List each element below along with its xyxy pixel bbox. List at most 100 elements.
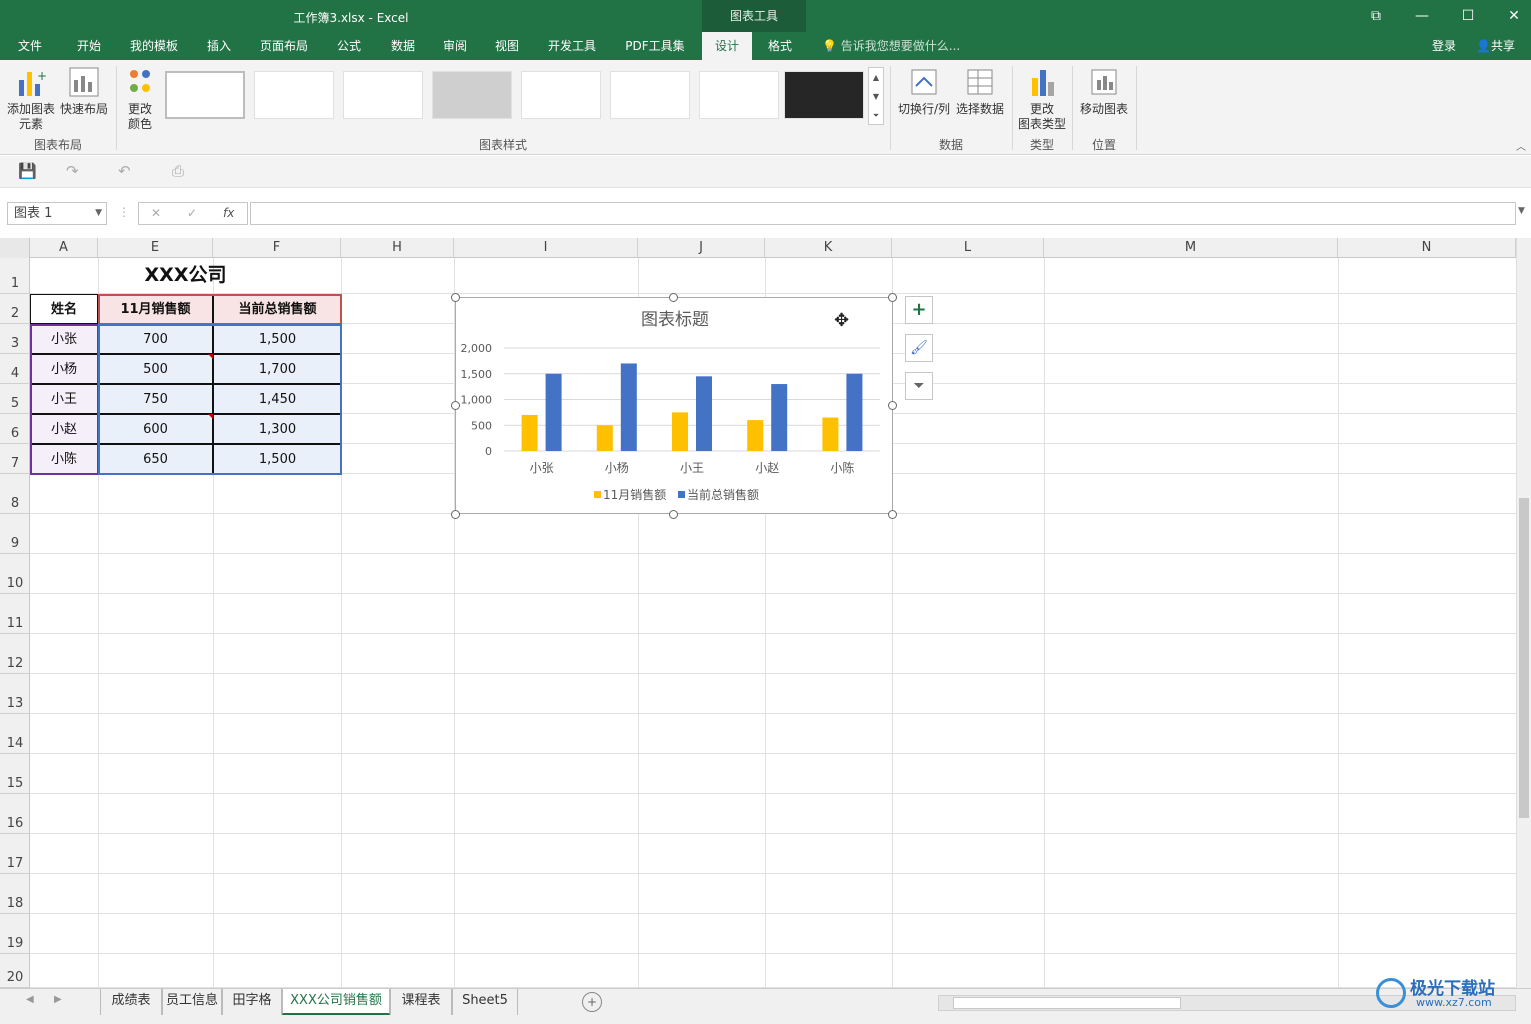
chart-style-4[interactable] <box>432 71 512 119</box>
row-header[interactable]: 12 <box>0 634 30 674</box>
share-button[interactable]: 👤共享 <box>1476 32 1515 60</box>
chart-style-3[interactable] <box>343 71 423 119</box>
chevron-down-icon[interactable]: ▼ <box>95 203 102 224</box>
sheet-tab[interactable]: 成绩表 <box>100 989 162 1015</box>
header-total-sales-cell[interactable]: 当前总销售额 <box>213 294 342 324</box>
row-header[interactable]: 6 <box>0 414 30 444</box>
chart-style-5[interactable] <box>521 71 601 119</box>
chart-style-1[interactable] <box>165 71 245 119</box>
name-cell[interactable]: 小陈 <box>30 444 98 474</box>
tab-pdf-tools[interactable]: PDF工具集 <box>614 32 696 60</box>
more-styles-icon[interactable]: ⏷ <box>869 106 883 125</box>
row-header[interactable]: 13 <box>0 674 30 714</box>
chart-bar[interactable] <box>696 376 712 451</box>
row-header[interactable]: 1 <box>0 258 30 294</box>
chart-styles-brush-icon[interactable]: 🖌 <box>905 334 933 362</box>
sheet-tab[interactable]: Sheet5 <box>452 989 518 1015</box>
column-header-l[interactable]: L <box>892 238 1044 258</box>
scroll-up-icon[interactable]: ▲ <box>869 68 883 87</box>
move-chart-button[interactable]: 移动图表 <box>1076 66 1132 132</box>
chart-bar[interactable] <box>822 417 839 451</box>
chart-style-6[interactable] <box>610 71 690 119</box>
chart-filters-funnel-icon[interactable]: ⏷ <box>905 372 933 400</box>
column-header-e[interactable]: E <box>98 238 213 258</box>
switch-row-column-button[interactable]: 切换行/列 <box>896 66 952 132</box>
tab-design[interactable]: 设计 <box>702 32 752 60</box>
legend-label[interactable]: 当前总销售额 <box>687 487 759 502</box>
cancel-icon[interactable]: ✕ <box>151 206 161 220</box>
resize-handle-top[interactable] <box>669 293 678 302</box>
undo-icon[interactable]: ↶ <box>118 162 131 180</box>
header-nov-sales-cell[interactable]: 11月销售额 <box>98 294 213 324</box>
row-header[interactable]: 10 <box>0 554 30 594</box>
formula-input[interactable] <box>250 202 1516 225</box>
chart-style-8[interactable] <box>784 71 864 119</box>
total-sales-cell[interactable]: 1,700 <box>213 354 342 384</box>
nov-sales-cell[interactable]: 750 <box>98 384 213 414</box>
chart-title[interactable]: 图表标题 <box>641 310 709 330</box>
nov-sales-cell[interactable]: 600 <box>98 414 213 444</box>
total-sales-cell[interactable]: 1,300 <box>213 414 342 444</box>
chart-bar[interactable] <box>596 425 613 451</box>
row-header[interactable]: 16 <box>0 794 30 834</box>
login-link[interactable]: 登录 <box>1432 32 1456 60</box>
legend-label[interactable]: 11月销售额 <box>603 487 666 502</box>
change-chart-type-button[interactable]: 更改 图表类型 <box>1014 66 1070 132</box>
tab-developer[interactable]: 开发工具 <box>538 32 606 60</box>
select-data-button[interactable]: 选择数据 <box>952 66 1008 132</box>
resize-handle-left[interactable] <box>451 401 460 410</box>
name-cell[interactable]: 小张 <box>30 324 98 354</box>
tab-file[interactable]: 文件 <box>8 32 52 60</box>
scroll-down-icon[interactable]: ▼ <box>869 87 883 106</box>
horizontal-scroll-thumb[interactable] <box>953 997 1181 1009</box>
chart-bar[interactable] <box>846 373 863 451</box>
chart-bar[interactable] <box>620 363 637 451</box>
ribbon-display-options-icon[interactable]: ⧉ <box>1353 0 1399 32</box>
tab-my-templates[interactable]: 我的模板 <box>120 32 188 60</box>
tell-me-search[interactable]: 💡 告诉我您想要做什么... <box>822 32 960 60</box>
vertical-scroll-thumb[interactable] <box>1519 498 1529 818</box>
change-colors-button[interactable]: 更改 颜色 <box>118 66 162 132</box>
minimize-icon[interactable]: — <box>1399 0 1445 32</box>
chart-bar[interactable] <box>672 412 688 451</box>
collapse-ribbon-icon[interactable]: ︿ <box>1516 138 1526 153</box>
column-header-f[interactable]: F <box>213 238 341 258</box>
tab-formulas[interactable]: 公式 <box>326 32 372 60</box>
row-header[interactable]: 18 <box>0 874 30 914</box>
resize-handle-bottom-right[interactable] <box>888 510 897 519</box>
prev-sheet-icon[interactable]: ◀ <box>26 994 34 1005</box>
row-header[interactable]: 2 <box>0 294 30 324</box>
row-header[interactable]: 11 <box>0 594 30 634</box>
vertical-scrollbar[interactable] <box>1516 238 1531 988</box>
nov-sales-cell[interactable]: 500 <box>98 354 213 384</box>
name-cell[interactable]: 小赵 <box>30 414 98 444</box>
chart-bar[interactable] <box>521 414 538 451</box>
total-sales-cell[interactable]: 1,500 <box>213 444 342 474</box>
name-cell[interactable]: 小杨 <box>30 354 98 384</box>
name-cell[interactable]: 小王 <box>30 384 98 414</box>
row-header[interactable]: 20 <box>0 954 30 988</box>
resize-handle-bottom[interactable] <box>669 510 678 519</box>
row-header[interactable]: 3 <box>0 324 30 354</box>
row-header[interactable]: 4 <box>0 354 30 384</box>
row-header[interactable]: 9 <box>0 514 30 554</box>
chart-style-2[interactable] <box>254 71 334 119</box>
row-header[interactable]: 17 <box>0 834 30 874</box>
column-header-m[interactable]: M <box>1044 238 1338 258</box>
next-sheet-icon[interactable]: ▶ <box>54 994 62 1005</box>
chart-styles-scroll[interactable]: ▲ ▼ ⏷ <box>868 67 884 125</box>
chart-object[interactable]: 图表标题 0 500 1,000 1,500 2,000 小张 小杨 小王 小赵 小陈 11月销售额… <box>455 297 893 514</box>
row-header[interactable]: 8 <box>0 474 30 514</box>
row-header[interactable]: 7 <box>0 444 30 474</box>
resize-handle-top-right[interactable] <box>888 293 897 302</box>
row-header[interactable]: 15 <box>0 754 30 794</box>
enter-icon[interactable]: ✓ <box>187 206 197 220</box>
save-icon[interactable]: 💾 <box>18 162 37 180</box>
tab-page-layout[interactable]: 页面布局 <box>250 32 318 60</box>
tab-home[interactable]: 开始 <box>64 32 114 60</box>
tab-view[interactable]: 视图 <box>484 32 530 60</box>
quick-layout-button[interactable]: 快速布局 <box>58 66 110 132</box>
column-header-h[interactable]: H <box>341 238 454 258</box>
tab-format[interactable]: 格式 <box>756 32 804 60</box>
column-header-k[interactable]: K <box>765 238 892 258</box>
